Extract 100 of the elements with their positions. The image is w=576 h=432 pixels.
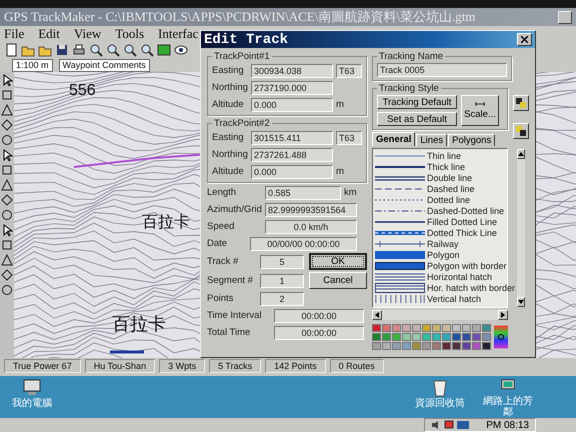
horizontal-scrollbar[interactable]: [372, 310, 508, 320]
input-field[interactable]: 0.000: [251, 164, 333, 178]
pointer-icon[interactable]: [1, 74, 13, 86]
color-swatch[interactable]: [382, 342, 391, 350]
color-swatch[interactable]: [382, 324, 391, 332]
color-swatch[interactable]: [452, 333, 461, 341]
color-swatch[interactable]: [402, 342, 411, 350]
color-swatch[interactable]: [372, 324, 381, 332]
input-field[interactable]: 2737261.488: [251, 148, 333, 162]
line-style-item[interactable]: Polygon: [375, 249, 516, 260]
menu-item[interactable]: View: [74, 26, 102, 42]
layer-up-button[interactable]: [513, 95, 529, 111]
input-field[interactable]: T63: [336, 130, 362, 144]
monitor-icon[interactable]: [444, 420, 454, 430]
color-swatch[interactable]: [392, 342, 401, 350]
down-arrow-icon[interactable]: [518, 300, 524, 304]
input-field[interactable]: 2: [260, 292, 304, 306]
input-field[interactable]: T63: [336, 64, 362, 78]
new-file-icon[interactable]: [4, 43, 18, 57]
color-swatch[interactable]: [372, 342, 381, 350]
color-swatch[interactable]: [482, 324, 491, 332]
layer-dropdown[interactable]: Waypoint Comments: [58, 58, 150, 72]
input-field[interactable]: 301515.411: [251, 130, 333, 144]
menu-item[interactable]: Tools: [115, 26, 144, 42]
color-swatch[interactable]: [442, 333, 451, 341]
map-icon[interactable]: [157, 43, 171, 57]
color-swatch[interactable]: [462, 342, 471, 350]
input-field[interactable]: 00:00:00: [274, 326, 364, 340]
color-swatch[interactable]: [372, 333, 381, 341]
line-style-item[interactable]: Dotted Thick Line: [375, 227, 516, 238]
triangle-icon[interactable]: [1, 104, 13, 116]
scale-button[interactable]: Scale...: [461, 95, 499, 126]
menu-item[interactable]: Edit: [38, 26, 60, 42]
keyboard-icon[interactable]: [457, 420, 470, 430]
desktop-icon-label[interactable]: 網路上的芳鄰: [480, 396, 536, 418]
color-swatch[interactable]: [472, 333, 481, 341]
line-style-item[interactable]: Dashed-Dotted line: [375, 205, 516, 216]
line-style-item[interactable]: Thick line: [375, 161, 516, 172]
style-button[interactable]: Set as Default: [377, 112, 457, 126]
magnifier-icon[interactable]: [89, 43, 103, 57]
layer-down-button[interactable]: [513, 123, 529, 139]
color-swatch[interactable]: [412, 333, 421, 341]
line-style-item[interactable]: Railway: [375, 238, 516, 249]
color-swatch[interactable]: [462, 324, 471, 332]
line-style-item[interactable]: Filled Dotted Line: [375, 216, 516, 227]
color-swatch[interactable]: [482, 333, 491, 341]
line-style-item[interactable]: Hor. hatch with border: [375, 282, 516, 293]
input-field[interactable]: 5: [260, 254, 304, 268]
square-icon[interactable]: [1, 239, 13, 251]
tab[interactable]: General: [372, 132, 416, 146]
color-swatch[interactable]: [472, 342, 481, 350]
clock[interactable]: PM 08:13: [486, 420, 529, 430]
color-swatch[interactable]: [402, 324, 411, 332]
color-swatch[interactable]: [392, 324, 401, 332]
vertical-scrollbar[interactable]: [517, 149, 526, 307]
circle-icon[interactable]: [1, 209, 13, 221]
input-field[interactable]: 00:00:00: [274, 308, 364, 322]
color-swatch[interactable]: [412, 342, 421, 350]
input-field[interactable]: 0.000: [251, 98, 333, 112]
desktop-icon-label[interactable]: 資源回收筒: [415, 398, 465, 409]
input-field[interactable]: 0.585: [265, 186, 341, 200]
color-swatch[interactable]: [462, 333, 471, 341]
color-swatch[interactable]: [422, 333, 431, 341]
diamond-icon[interactable]: [1, 119, 13, 131]
save-icon[interactable]: [55, 43, 69, 57]
triangle-icon[interactable]: [1, 179, 13, 191]
color-swatch[interactable]: [482, 342, 491, 350]
minimize-button[interactable]: [558, 10, 572, 24]
input-field[interactable]: 2737190.000: [251, 80, 333, 94]
square-icon[interactable]: [1, 89, 13, 101]
color-swatch[interactable]: [412, 324, 421, 332]
input-field[interactable]: 00/00/00 00:00:00: [250, 236, 357, 250]
line-style-item[interactable]: Horizontal hatch: [375, 271, 516, 282]
triangle-icon[interactable]: [1, 254, 13, 266]
left-arrow-icon[interactable]: [375, 312, 379, 318]
color-swatch[interactable]: [472, 324, 481, 332]
color-swatch[interactable]: [442, 342, 451, 350]
up-arrow-icon[interactable]: [518, 152, 524, 156]
color-swatch[interactable]: [442, 324, 451, 332]
color-swatch[interactable]: [422, 342, 431, 350]
menu-item[interactable]: File: [4, 26, 24, 42]
right-arrow-icon[interactable]: [501, 312, 505, 318]
menu-item[interactable]: Interfac: [158, 26, 198, 42]
print-icon[interactable]: [72, 43, 86, 57]
line-style-item[interactable]: Vertical hatch: [375, 293, 516, 304]
input-field[interactable]: Track 0005: [377, 63, 507, 77]
color-swatch[interactable]: [432, 342, 441, 350]
eye-icon[interactable]: [174, 43, 188, 57]
square-icon[interactable]: [1, 164, 13, 176]
input-field[interactable]: 0.0 km/h: [265, 220, 357, 234]
input-field[interactable]: 82.9999993591564: [265, 202, 357, 216]
computer-icon[interactable]: [22, 378, 42, 398]
scale-dropdown[interactable]: 1:100 m: [12, 58, 53, 72]
pointer-icon[interactable]: [1, 149, 13, 161]
color-spectrum-icon[interactable]: [494, 324, 508, 350]
input-field[interactable]: 1: [260, 274, 304, 288]
circle-icon[interactable]: [1, 284, 13, 296]
circle-icon[interactable]: [1, 134, 13, 146]
color-swatch[interactable]: [392, 333, 401, 341]
color-swatch[interactable]: [432, 324, 441, 332]
